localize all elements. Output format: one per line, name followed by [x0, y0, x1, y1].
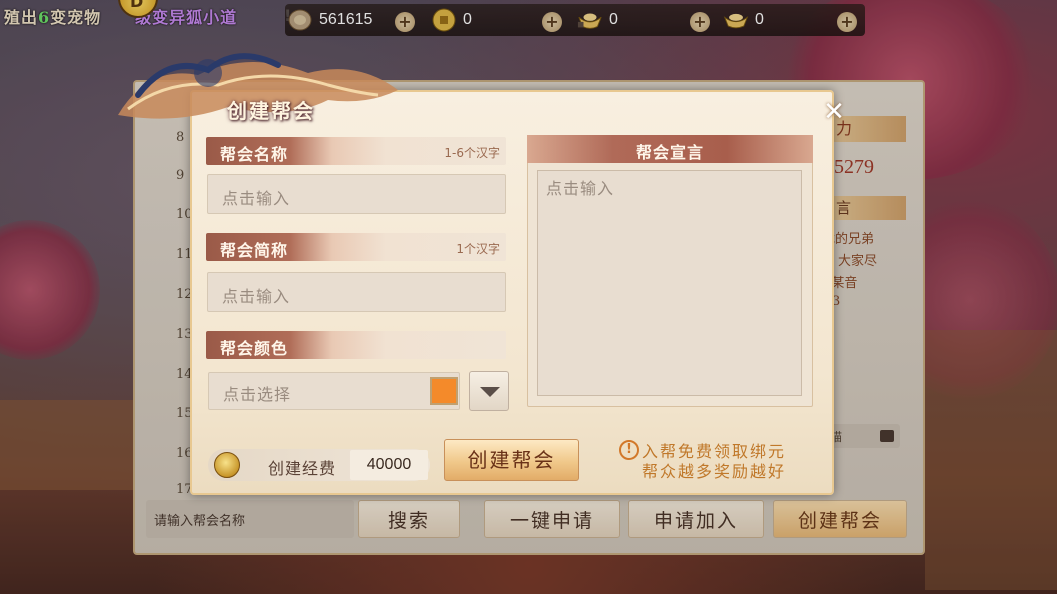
- guild-short-name-hint: 1个汉字: [456, 242, 500, 256]
- guild-color-select[interactable]: 点击选择: [208, 372, 460, 410]
- guild-name-label: 帮会名称: [220, 145, 289, 164]
- close-icon[interactable]: ✕: [818, 98, 850, 128]
- guild-declaration-placeholder: 点击输入: [546, 179, 615, 198]
- guild-short-name-input[interactable]: 点击输入: [207, 272, 506, 312]
- guild-declaration-label: 帮会宣言: [635, 143, 704, 162]
- guild-declaration-header: 帮会宣言: [527, 135, 813, 163]
- guild-color-swatch[interactable]: [430, 377, 458, 405]
- notice-line: 帮众越多奖励越好: [642, 462, 787, 481]
- chevron-down-icon: [480, 387, 500, 397]
- creation-cost-label: 创建经费: [268, 459, 337, 478]
- guild-short-name-label: 帮会简称: [220, 241, 289, 260]
- guild-short-name-placeholder: 点击输入: [222, 287, 291, 306]
- join-benefit-notice: 入帮免费领取绑元 帮众越多奖励越好: [618, 438, 818, 482]
- guild-short-name-header: 帮会简称 1个汉字: [206, 233, 506, 261]
- guild-name-placeholder: 点击输入: [222, 189, 291, 208]
- guild-name-hint: 1-6个汉字: [444, 146, 500, 160]
- guild-color-header: 帮会颜色: [206, 331, 506, 359]
- guild-name-input[interactable]: 点击输入: [207, 174, 506, 214]
- guild-color-label: 帮会颜色: [220, 339, 289, 358]
- creation-cost-value: 40000: [350, 450, 428, 480]
- guild-color-placeholder: 点击选择: [223, 385, 292, 404]
- color-dropdown-button[interactable]: [469, 371, 509, 411]
- guild-name-header: 帮会名称 1-6个汉字: [206, 137, 506, 165]
- dialog-title: 创建帮会: [227, 99, 315, 123]
- silver-coin-icon: [214, 452, 240, 478]
- guild-declaration-input[interactable]: 点击输入: [537, 170, 802, 396]
- create-guild-button[interactable]: 创建帮会: [444, 439, 579, 481]
